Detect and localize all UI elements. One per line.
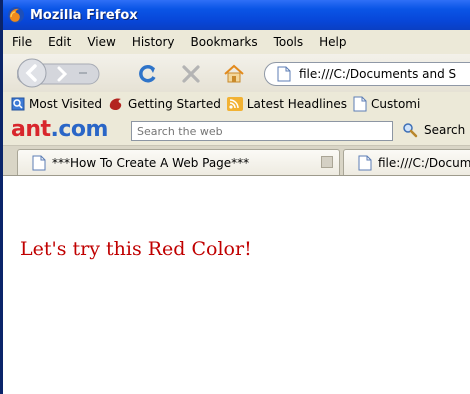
bookmark-label: Latest Headlines — [246, 97, 348, 111]
bookmarks-toolbar: Most Visited Getting Started Latest Head… — [3, 92, 470, 116]
ant-logo-main: ant — [11, 117, 51, 142]
stop-icon[interactable] — [181, 64, 201, 84]
window-title: Mozilla Firefox — [30, 7, 138, 23]
bookmark-latest-headlines[interactable]: Latest Headlines — [226, 97, 348, 111]
browser-window: Mozilla Firefox File Edit View History B… — [0, 0, 470, 394]
bookmark-getting-started[interactable]: Getting Started — [108, 97, 221, 111]
page-icon — [353, 96, 367, 112]
search-button-label: Search — [424, 123, 466, 137]
bookmark-label: Most Visited — [29, 97, 103, 111]
tab-label: ***How To Create A Web Page*** — [52, 155, 250, 170]
ant-toolbar: ant.com Search — [3, 116, 470, 146]
page-icon — [32, 155, 46, 170]
tab-label: file:///C:/Docum — [378, 155, 470, 170]
most-visited-icon — [11, 97, 25, 111]
page-icon — [358, 155, 372, 170]
tab-inactive[interactable]: file:///C:/Docum — [343, 149, 470, 175]
rss-feed-icon — [226, 97, 243, 111]
tab-active[interactable]: ***How To Create A Web Page*** — [17, 149, 340, 175]
search-button[interactable]: Search — [402, 122, 465, 138]
url-text: file:///C:/Documents and S — [299, 67, 457, 81]
menu-help[interactable]: Help — [310, 35, 353, 49]
forward-icon[interactable] — [51, 62, 73, 84]
menu-bookmarks[interactable]: Bookmarks — [182, 35, 265, 49]
tab-close-icon[interactable] — [321, 156, 333, 168]
page-content: Let's try this Red Color! — [3, 176, 470, 394]
url-bar[interactable]: file:///C:/Documents and S — [264, 62, 470, 86]
home-icon[interactable] — [223, 63, 245, 85]
firefox-icon — [109, 98, 122, 110]
bookmark-most-visited[interactable]: Most Visited — [11, 97, 102, 111]
back-icon[interactable] — [17, 58, 47, 88]
bookmark-customize[interactable]: Customi — [353, 96, 420, 112]
bookmark-label: Customi — [371, 97, 421, 111]
navigation-toolbar: file:///C:/Documents and S — [3, 54, 470, 92]
menu-history[interactable]: History — [123, 35, 182, 49]
search-input[interactable] — [131, 121, 393, 141]
page-icon — [277, 66, 291, 82]
menu-file[interactable]: File — [3, 35, 39, 49]
menu-bar: File Edit View History Bookmarks Tools H… — [3, 30, 470, 54]
menu-view[interactable]: View — [78, 35, 122, 49]
menu-edit[interactable]: Edit — [39, 35, 78, 49]
search-icon — [403, 123, 418, 138]
tab-strip: ***How To Create A Web Page*** file:///C… — [3, 146, 470, 176]
ant-logo-suffix: .com — [50, 117, 109, 142]
menu-tools[interactable]: Tools — [265, 35, 311, 49]
ant-logo[interactable]: ant.com — [11, 117, 108, 142]
page-heading: Let's try this Red Color! — [20, 238, 252, 260]
reload-icon[interactable] — [137, 63, 159, 85]
firefox-logo-icon — [8, 7, 24, 23]
bookmark-label: Getting Started — [128, 97, 221, 111]
title-bar[interactable]: Mozilla Firefox — [3, 0, 470, 30]
